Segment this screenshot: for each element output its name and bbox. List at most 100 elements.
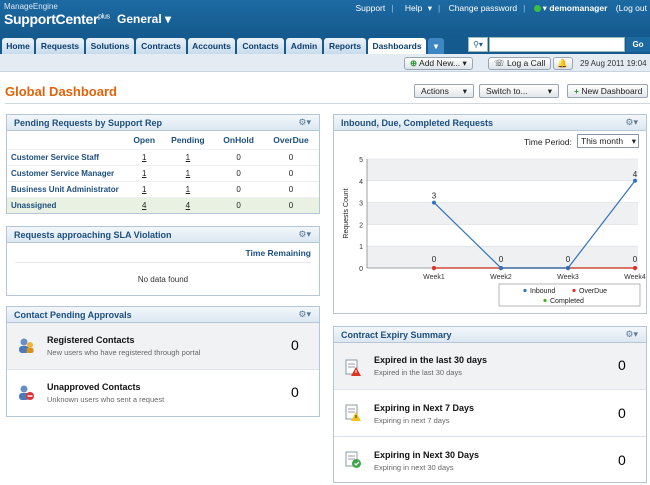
switch-to-dropdown[interactable]: Switch to... ▾ xyxy=(479,84,559,98)
open-count-link[interactable]: 1 xyxy=(127,164,162,181)
legend-label-inbound: Inbound xyxy=(530,288,555,295)
search-bar: ⚲▾ Go xyxy=(468,36,650,53)
tab-home[interactable]: Home xyxy=(2,38,34,54)
item-title: Registered Contacts xyxy=(47,335,135,345)
gear-icon[interactable]: ⚙▾ xyxy=(298,309,311,320)
item-title: Unapproved Contacts xyxy=(47,382,141,392)
more-tabs-button[interactable]: ▾ xyxy=(428,38,444,54)
open-count-link[interactable]: 1 xyxy=(127,148,162,165)
y-tick-label: 2 xyxy=(359,222,363,229)
pending-count-link[interactable]: 1 xyxy=(161,164,215,181)
expiring-30-days-item[interactable]: Expiring in Next 30 Days Expiring in nex… xyxy=(334,436,646,482)
pending-count-link[interactable]: 1 xyxy=(161,180,215,197)
gear-icon[interactable]: ⚙▾ xyxy=(625,329,638,340)
panel-title: Pending Requests by Support Rep xyxy=(14,118,163,128)
expiring-7-count: 0 xyxy=(618,405,626,421)
log-call-button[interactable]: ☏ Log a Call xyxy=(488,57,552,70)
column-header-pending: Pending xyxy=(171,134,205,145)
change-password-link[interactable]: Change password xyxy=(449,3,518,13)
reminders-button[interactable]: 🔔 xyxy=(553,57,573,70)
chevron-down-icon: ▾ xyxy=(631,136,636,146)
chevron-down-icon: ▾ xyxy=(462,86,467,96)
column-header xyxy=(7,131,127,149)
tab-contracts[interactable]: Contracts xyxy=(136,38,186,54)
y-tick-label: 0 xyxy=(359,266,363,273)
context-label: General xyxy=(117,12,162,26)
open-count-link[interactable]: 1 xyxy=(127,180,162,197)
pending-requests-panel: Pending Requests by Support Rep ⚙▾ Open … xyxy=(6,114,320,214)
tab-requests[interactable]: Requests xyxy=(36,38,84,54)
panel-title: Contact Pending Approvals xyxy=(14,310,132,320)
actions-dropdown[interactable]: Actions ▾ xyxy=(414,84,474,98)
tab-reports[interactable]: Reports xyxy=(324,38,366,54)
chevron-down-icon: ▾ xyxy=(433,41,439,51)
time-period-select[interactable]: This month ▾ xyxy=(577,134,639,148)
y-tick-label: 3 xyxy=(359,201,363,208)
pending-count-link[interactable]: 4 xyxy=(161,196,215,213)
table-header-row: Open Pending OnHold OverDue xyxy=(7,131,319,149)
legend-marker-overdue xyxy=(572,288,576,293)
data-label: 3 xyxy=(432,192,437,201)
gear-icon[interactable]: ⚙▾ xyxy=(298,117,311,128)
registered-contacts-item[interactable]: Registered Contacts New users who have r… xyxy=(7,323,319,369)
data-label-zero: 0 xyxy=(566,255,571,264)
search-go-button[interactable]: Go xyxy=(626,37,650,52)
add-new-button[interactable]: ⊕ Add New... ▾ xyxy=(404,57,473,70)
expired-contract-icon xyxy=(345,359,361,376)
data-point-inbound xyxy=(566,266,570,270)
column-header-open: Open xyxy=(133,134,156,145)
expiring-7-days-item[interactable]: Expiring in Next 7 Days Expiring in next… xyxy=(334,389,646,436)
x-tick-label: Week3 xyxy=(557,274,579,281)
y-tick-label: 1 xyxy=(359,244,363,251)
pending-count-link[interactable]: 1 xyxy=(161,148,215,165)
data-point-overdue xyxy=(432,266,436,270)
row-name: Customer Service Manager xyxy=(7,164,127,181)
unapproved-contacts-item[interactable]: Unapproved Contacts Unknown users who se… xyxy=(7,369,319,415)
open-count-link[interactable]: 4 xyxy=(127,196,162,213)
panel-header: Requests approaching SLA Violation ⚙▾ xyxy=(7,227,319,243)
item-subtitle: Expiring in next 7 days xyxy=(374,416,450,425)
tab-accounts[interactable]: Accounts xyxy=(188,38,235,54)
new-dashboard-button[interactable]: + New Dashboard xyxy=(567,84,648,98)
tab-contacts[interactable]: Contacts xyxy=(237,38,284,54)
expired-last-30-item[interactable]: Expired in the last 30 days Expired in t… xyxy=(334,343,646,389)
onhold-count: 0 xyxy=(214,196,263,213)
help-menu[interactable]: Help ▾ xyxy=(402,3,432,13)
sla-violation-panel: Requests approaching SLA Violation ⚙▾ Ti… xyxy=(6,226,320,296)
user-menu[interactable]: ▾ demomanager xyxy=(533,3,608,13)
data-point-inbound xyxy=(633,178,637,183)
search-scope-select[interactable]: ⚲▾ xyxy=(468,37,488,52)
y-tick-label: 4 xyxy=(359,179,363,186)
panel-title: Requests approaching SLA Violation xyxy=(14,230,172,240)
overdue-count: 0 xyxy=(262,180,319,197)
x-tick-label: Week1 xyxy=(423,274,445,281)
item-subtitle: Expired in the last 30 days xyxy=(374,368,462,377)
new-dashboard-label: New Dashboard xyxy=(581,86,643,96)
gear-icon[interactable]: ⚙▾ xyxy=(298,229,311,240)
divider xyxy=(5,103,650,104)
support-link[interactable]: Support xyxy=(355,3,385,13)
legend-label-overdue: OverDue xyxy=(579,288,607,295)
context-selector[interactable]: General ▾ xyxy=(117,12,171,26)
actions-label: Actions xyxy=(421,86,449,96)
brand-logo[interactable]: SupportCenterplus xyxy=(4,11,110,27)
tab-solutions[interactable]: Solutions xyxy=(86,38,134,54)
time-period-value: This month xyxy=(581,136,624,146)
user-name: demomanager xyxy=(549,3,608,13)
brand-vendor: ManageEngine xyxy=(4,2,58,11)
search-input[interactable] xyxy=(489,37,625,52)
renew-contract-icon xyxy=(345,451,361,468)
top-links: Support | Help ▾ | Change password | ▾ demo… xyxy=(355,3,647,13)
gear-icon[interactable]: ⚙▾ xyxy=(625,117,638,128)
action-bar: ⊕ Add New... ▾ ☏ Log a Call 🔔 29 Aug 201… xyxy=(0,54,650,72)
divider xyxy=(15,262,311,263)
row-name: Customer Service Staff xyxy=(7,148,127,165)
tab-dashboards[interactable]: Dashboards xyxy=(368,38,426,54)
onhold-count: 0 xyxy=(214,180,263,197)
chevron-down-icon: ▾ xyxy=(547,86,552,96)
logout-link[interactable]: (Log out xyxy=(616,3,647,13)
column-header-time-remaining: Time Remaining xyxy=(245,248,312,258)
item-subtitle: New users who have registered through po… xyxy=(47,348,201,357)
tab-admin[interactable]: Admin xyxy=(286,38,322,54)
bell-icon: 🔔 xyxy=(557,58,568,68)
